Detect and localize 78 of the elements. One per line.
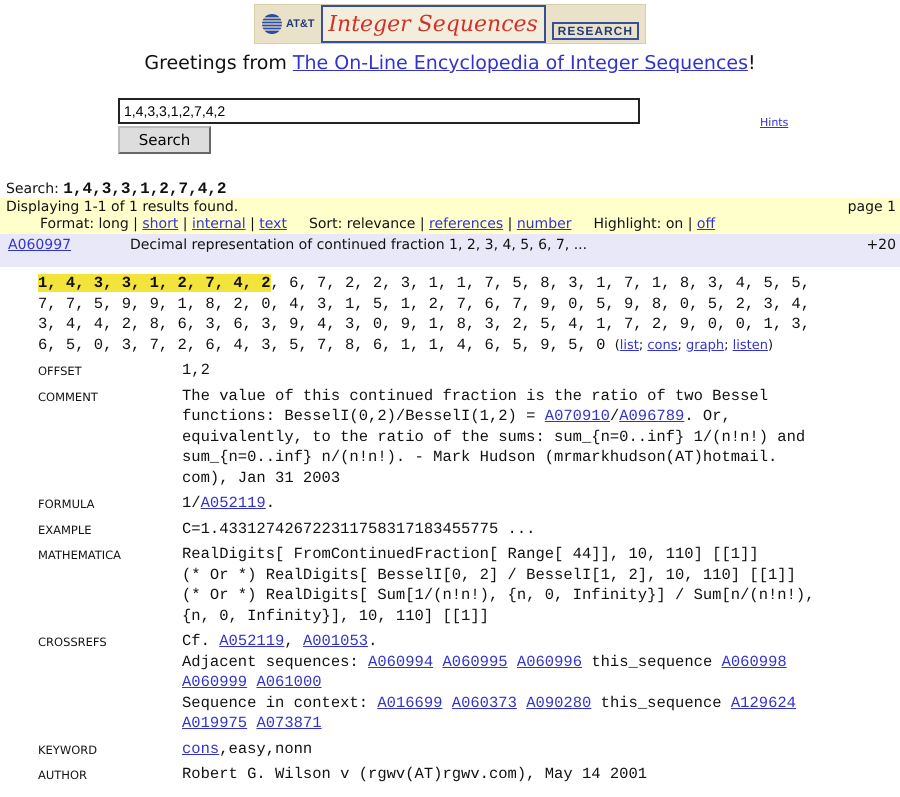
globe-icon [261, 13, 283, 35]
sequence-link[interactable]: references [429, 216, 504, 232]
sequence-link[interactable]: A060999 [182, 673, 248, 691]
display-option: Sort: relevance | references | number [308, 216, 572, 232]
field-value: The value of this continued fraction is the ratio of two Bessel [182, 386, 769, 406]
sequence-link[interactable]: list [620, 338, 639, 352]
sequence-link[interactable]: A129624 [730, 694, 796, 712]
sequence-link[interactable]: A060995 [442, 652, 508, 670]
sequence-link[interactable]: A060998 [722, 652, 787, 670]
search-button[interactable]: Search [118, 126, 211, 154]
sequence-link[interactable]: text [259, 216, 287, 232]
field-value: Sequence in context: A016699 A060373 A090280 this_sequence A129624 [182, 692, 797, 713]
field-label: MATHEMATICA [38, 547, 122, 564]
sequence-title: Decimal representation of continued fraction 1, 2, 3, 4, 5, 6, 7, ... [130, 237, 588, 253]
sequence-link[interactable]: A090280 [526, 694, 592, 712]
field-value: RealDigits[ FromContinuedFraction[ Range[ 44]], 10, 110] [[1]] [182, 544, 760, 564]
sequence-link[interactable]: A060996 [516, 652, 582, 670]
field-label: EXAMPLE [38, 522, 93, 538]
field-value: Cf. A052119, A001053. [182, 631, 378, 652]
results-summary: Displaying 1-1 of 1 results found. [6, 199, 238, 215]
page-indicator: page 1 [848, 199, 896, 215]
field-label: FORMULA [38, 496, 96, 513]
sequence-link[interactable]: internal [192, 216, 246, 232]
field-label: AUTHOR [38, 767, 88, 784]
sequence-link[interactable]: The On-Line Encyclopedia of Integer Sequences [292, 52, 748, 74]
sequence-link[interactable]: cons [647, 338, 678, 352]
field-label: COMMENT [38, 388, 99, 406]
banner-title: Integer Sequences [320, 5, 546, 43]
sequence-link[interactable]: A096789 [619, 407, 684, 425]
search-label: Search: [6, 181, 59, 197]
field-value: (* Or *) RealDigits[ BesselI[0, 2] / BesselI[1, 2], 10, 110] [[1]] [182, 564, 797, 585]
field-value: functions: BesselI(0,2)/BesselI(1,2) = A070910/A096789. Or, [182, 406, 732, 426]
sequence-link[interactable]: number [516, 216, 572, 232]
highlighted-terms: 1, 4, 3, 3, 1, 2, 7, 4, 2 [38, 274, 271, 292]
sequence-link[interactable]: A016699 [377, 694, 442, 712]
sequence-link[interactable]: A060373 [452, 694, 517, 712]
sequence-link[interactable]: listen [732, 338, 768, 352]
field-label: OFFSET [38, 363, 83, 380]
sequence-terms: 1, 4, 3, 3, 1, 2, 7, 4, 2, 6, 7, 2, 2, 3, 1, 1, 7, 5, 8, 3, 1, 7, 1, 8, 3, 4, 5, 5, [38, 273, 812, 294]
sequence-link[interactable]: A070910 [544, 407, 610, 425]
search-query: 1,4,3,3,1,2,7,4,2 [63, 180, 227, 198]
display-option: Format: long | short | internal | text [40, 216, 287, 232]
sequence-link[interactable]: A019975 [182, 714, 248, 732]
field-value: C=1.433127426722311758317183455775 ... [182, 518, 536, 539]
sequence-link[interactable]: graph [686, 338, 724, 352]
field-value: 1,2 [182, 360, 211, 380]
hints-link[interactable]: Hints [760, 116, 788, 129]
sequence-link[interactable]: A061000 [256, 673, 322, 691]
field-value: Robert G. Wilson v (rgwv(AT)rgwv.com), May 14 2001 [182, 764, 648, 784]
greeting-text: Greetings from The On-Line Encyclopedia of Integer Sequences! [143, 52, 757, 74]
banner-subtitle: RESEARCH [552, 22, 639, 40]
field-value: Adjacent sequences: A060994 A060995 A060996 this_sequence A060998 [182, 652, 788, 672]
sequence-link[interactable]: A052119 [200, 494, 266, 512]
sequence-link[interactable]: cons [182, 740, 220, 758]
field-label: KEYWORD [38, 742, 98, 758]
term-links: (list; cons; graph; listen) [614, 338, 774, 352]
extra-text: +20 [866, 237, 896, 253]
display-option: Highlight: on | off [593, 216, 716, 232]
sequence-terms: 3, 4, 4, 2, 8, 6, 3, 6, 3, 9, 4, 3, 0, 9, 1, 8, 3, 2, 5, 4, 1, 7, 2, 9, 0, 0, 1, 3, [38, 314, 812, 334]
sequence-link[interactable]: short [142, 216, 178, 232]
field-value: {n, 0, Infinity}], 10, 110] [[1]] [182, 606, 490, 626]
field-label: CROSSREFS [38, 634, 108, 651]
field-value: 1/A052119. [182, 493, 276, 514]
sequence-link[interactable]: A052119 [219, 632, 284, 650]
field-value: sum_{n=0..inf} n/(n!n!). - Mark Hudson (mrmarkhudson(AT)hotmail. [182, 447, 778, 468]
sequence-link[interactable]: A060994 [368, 652, 434, 670]
sequence-link[interactable]: A001053 [302, 632, 368, 650]
sequence-terms: 7, 7, 5, 9, 9, 1, 8, 2, 0, 4, 3, 1, 5, 1, 2, 7, 6, 7, 9, 0, 5, 9, 8, 0, 5, 2, 3, 4, [38, 294, 812, 314]
field-value: cons,easy,nonn [182, 738, 314, 759]
field-value: equivalently, to the ratio of the sums: sum_{n=0..inf} 1/(n!n!) and [182, 426, 806, 447]
sequence-link[interactable]: A073871 [256, 714, 322, 732]
search-field[interactable]: 1,4,3,3,1,2,7,4,2 [118, 98, 640, 124]
field-value: (* Or *) RealDigits[ Sum[1/(n!n!), {n, 0, Infinity}] / Sum[n/(n!n!), [182, 585, 816, 606]
company-name: AT&T [286, 18, 315, 30]
field-value: com), Jan 31 2003 [182, 468, 342, 488]
sequence-id-link[interactable]: A060997 [8, 237, 130, 253]
sequence-link[interactable]: off [696, 216, 716, 232]
sequence-terms: 6, 5, 0, 3, 7, 2, 6, 4, 3, 5, 7, 8, 6, 1, 1, 4, 6, 5, 9, 5, 0 (list; cons; graph; listen) [38, 334, 774, 356]
